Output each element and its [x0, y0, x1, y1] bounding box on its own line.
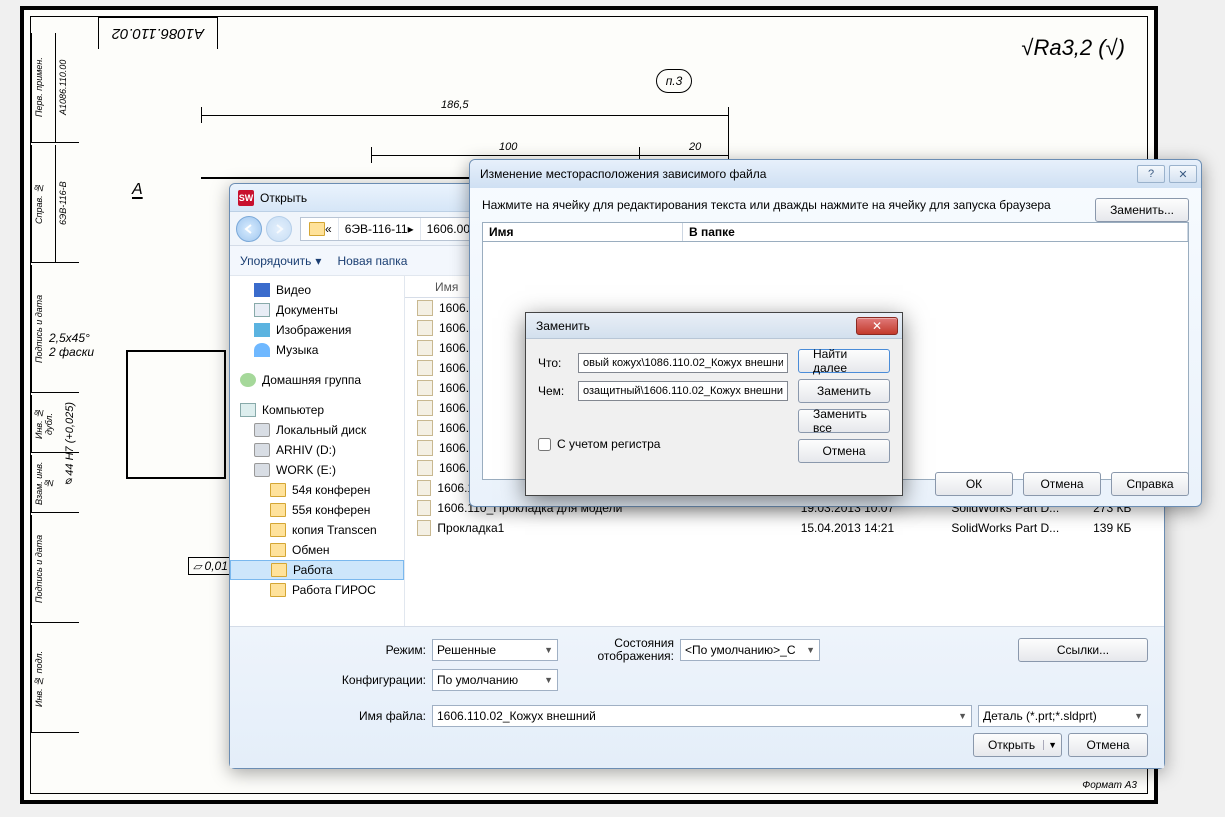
rep-what-input[interactable] [578, 353, 788, 373]
rep-case-checkbox[interactable] [538, 438, 551, 451]
side-perv-value: А1086.110.00 [55, 33, 79, 143]
chg-titlebar[interactable]: Изменение месторасположения зависимого ф… [470, 160, 1201, 188]
chg-close-button[interactable]: ✕ [1169, 165, 1197, 183]
dim-20: 20 [689, 141, 701, 153]
mode-combo[interactable]: Решенные▼ [432, 639, 558, 661]
rep-with-input[interactable] [578, 381, 788, 401]
open-cancel-button[interactable]: Отмена [1068, 733, 1148, 757]
sidebar-local-disk[interactable]: Локальный диск [230, 420, 404, 440]
sidebar-homegroup[interactable]: Домашняя группа [230, 370, 404, 390]
state-label: Состояния отображения: [564, 637, 674, 663]
sidebar-documents[interactable]: Документы [230, 300, 404, 320]
rep-replace-all-button[interactable]: Заменить все [798, 409, 890, 433]
sidebar-arhiv[interactable]: ARHIV (D:) [230, 440, 404, 460]
mode-label: Режим: [246, 643, 426, 657]
drawing-number: A1086.110.02 [98, 17, 218, 49]
sidebar-55conf[interactable]: 55я конферен [230, 500, 404, 520]
nav-forward-button[interactable] [266, 216, 292, 242]
chg-column-headers[interactable]: Имя В папке [482, 222, 1189, 242]
rep-cancel-button[interactable]: Отмена [798, 439, 890, 463]
chg-title: Изменение месторасположения зависимого ф… [480, 167, 766, 181]
view-a-label: A [132, 181, 143, 199]
solidworks-icon: SW [238, 190, 254, 206]
chg-instruction: Нажмите на ячейку для редактирования тек… [482, 198, 1051, 212]
diameter-note: ⌀44 H7 (+0,025) [63, 402, 76, 489]
sidebar-obmen[interactable]: Обмен [230, 540, 404, 560]
dim-100: 100 [499, 141, 517, 153]
sidebar-transcend[interactable]: копия Transcen [230, 520, 404, 540]
side-sprav-value: 6ЭВ-116-В [55, 145, 79, 263]
sidebar-rabota[interactable]: Работа [230, 560, 404, 580]
config-label: Конфигурации: [246, 673, 426, 687]
sidebar-computer[interactable]: Компьютер [230, 400, 404, 420]
chg-col-folder[interactable]: В папке [683, 223, 1188, 241]
chg-ok-button[interactable]: ОК [935, 472, 1013, 496]
filename-label: Имя файла: [246, 709, 426, 723]
folder-tree[interactable]: Видео Документы Изображения Музыка Домаш… [230, 276, 405, 626]
rep-with-label: Чем: [538, 384, 572, 398]
breadcrumb-seg1[interactable]: 6ЭВ-116-11 ▸ [339, 218, 421, 240]
filename-input[interactable]: 1606.110.02_Кожух внешний▼ [432, 705, 972, 727]
display-state-combo[interactable]: <По умолчанию>_С▼ [680, 639, 820, 661]
roughness-symbol: √Ra3,2 (√) [1021, 35, 1125, 61]
chg-replace-button[interactable]: Заменить... [1095, 198, 1189, 222]
nav-back-button[interactable] [236, 216, 262, 242]
replace-dialog: Заменить ✕ Что: Чем: С учетом регистра Н… [525, 312, 903, 496]
side-sprav-label: Справ. № [31, 145, 55, 263]
sidebar-video[interactable]: Видео [230, 280, 404, 300]
rep-what-label: Что: [538, 356, 572, 370]
sidebar-54conf[interactable]: 54я конферен [230, 480, 404, 500]
new-folder-button[interactable]: Новая папка [337, 254, 407, 268]
chamfer-note: 2,5x45°2 фаски [49, 331, 94, 359]
chg-help-button[interactable]: ? [1137, 165, 1165, 183]
chg-cancel-button[interactable]: Отмена [1023, 472, 1101, 496]
rep-case-label: С учетом регистра [557, 437, 660, 451]
side-podp: Подпись и дата [31, 265, 79, 393]
rep-titlebar[interactable]: Заменить ✕ [526, 313, 902, 339]
chg-col-name[interactable]: Имя [483, 223, 683, 241]
open-button[interactable]: Открыть▼ [973, 733, 1062, 757]
sidebar-images[interactable]: Изображения [230, 320, 404, 340]
rep-find-next-button[interactable]: Найти далее [798, 349, 890, 373]
links-button[interactable]: Ссылки... [1018, 638, 1148, 662]
organize-button[interactable]: Упорядочить ▾ [240, 254, 321, 268]
dim-186-5: 186,5 [441, 99, 469, 111]
config-combo[interactable]: По умолчанию▼ [432, 669, 558, 691]
open-dialog-title: Открыть [260, 191, 307, 205]
rep-replace-button[interactable]: Заменить [798, 379, 890, 403]
rep-close-button[interactable]: ✕ [856, 317, 898, 335]
format-label: Формат А3 [1082, 780, 1137, 791]
breadcrumb-folder-icon[interactable]: « [303, 218, 339, 240]
side-invpodl: Инв. № подл. [31, 625, 79, 733]
rep-title: Заменить [536, 319, 590, 333]
file-row[interactable]: Прокладка115.04.2013 14:21SolidWorks Par… [405, 518, 1164, 538]
sidebar-giros[interactable]: Работа ГИРОС [230, 580, 404, 600]
filetype-filter-combo[interactable]: Деталь (*.prt;*.sldprt)▼ [978, 705, 1148, 727]
sidebar-work[interactable]: WORK (E:) [230, 460, 404, 480]
chg-help-btn[interactable]: Справка [1111, 472, 1189, 496]
flatness-tolerance: ▱ 0,01 [188, 557, 233, 575]
sidebar-music[interactable]: Музыка [230, 340, 404, 360]
open-bottom-panel: Режим: Решенные▼ Состояния отображения: … [230, 626, 1164, 768]
note-p3: п.3 [656, 69, 692, 93]
side-podp2: Подпись и дата [31, 515, 79, 623]
side-perv-label: Перв. примен. [31, 33, 55, 143]
